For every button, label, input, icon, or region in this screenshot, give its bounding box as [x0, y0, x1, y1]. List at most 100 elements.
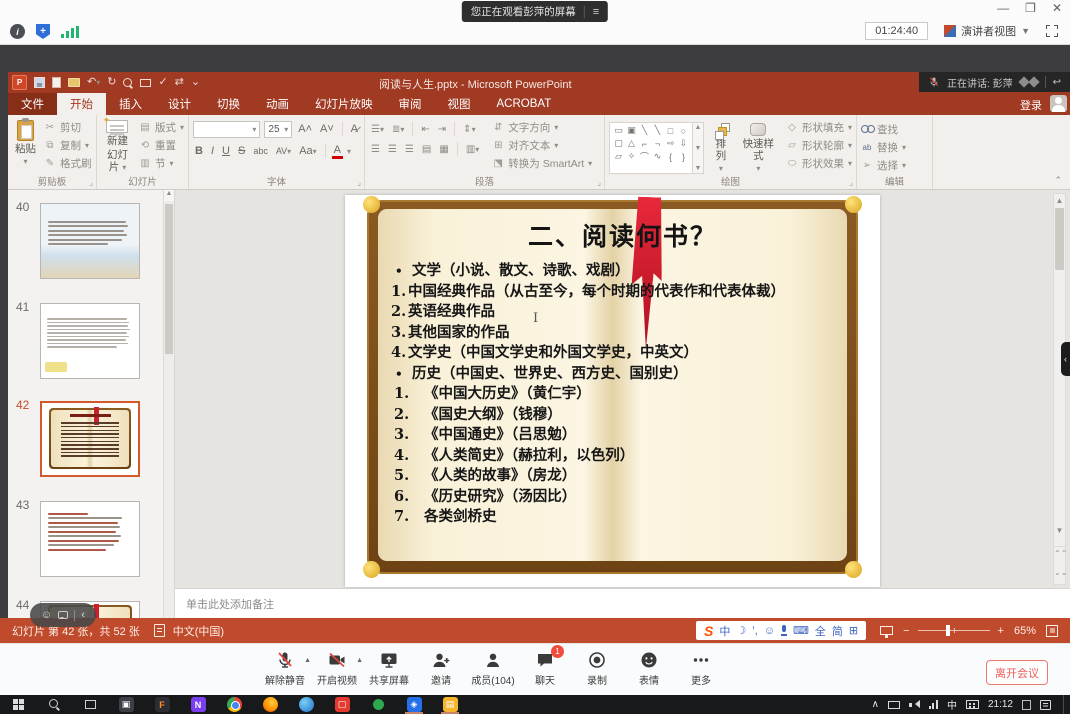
underline-button[interactable]: U	[220, 145, 232, 157]
previous-slide-button[interactable]: ⌃⌃	[1054, 546, 1065, 559]
tab-review[interactable]: 审阅	[386, 93, 435, 115]
action-center-icon[interactable]	[1040, 700, 1051, 710]
invite-button[interactable]: 邀请	[415, 647, 467, 687]
tab-acrobat[interactable]: ACROBAT	[484, 93, 565, 115]
share-screen-button[interactable]: 共享屏幕	[363, 647, 415, 687]
align-right-icon[interactable]: ☰	[403, 144, 416, 155]
copy-button[interactable]: ⧉复制▾	[44, 137, 92, 154]
tab-design[interactable]: 设计	[155, 93, 204, 115]
thumbnail-slide-40[interactable]	[40, 203, 140, 279]
simplified-label[interactable]: 简	[832, 623, 843, 639]
dialog-launcher-icon[interactable]: ⌟	[849, 178, 853, 187]
proofing-icon[interactable]	[154, 624, 165, 637]
zoom-in-button[interactable]: +	[998, 625, 1004, 637]
record-button[interactable]: 录制	[571, 647, 623, 687]
next-slide-button[interactable]: ⌄⌄	[1054, 566, 1065, 579]
tray-ime-label[interactable]: 中	[947, 697, 957, 712]
task-view-icon[interactable]	[72, 695, 108, 714]
columns-icon[interactable]: ▥▾	[464, 144, 481, 155]
dialog-launcher-icon[interactable]: ⌟	[357, 178, 361, 187]
taskbar-app-meeting[interactable]: ◈	[396, 695, 432, 714]
shapes-gallery[interactable]: ▭▣╲╲□○ ▢△⌐¬⇨⇩ ▱✧⌒∿{}	[609, 122, 693, 174]
thumbnail-slide-43[interactable]	[40, 501, 140, 577]
punctuation-icon[interactable]: ’,	[752, 625, 758, 637]
tab-transitions[interactable]: 切换	[204, 93, 253, 115]
slide-vertical-scrollbar[interactable]: ▲ ▼ ⌃⌃ ⌄⌄	[1053, 193, 1066, 585]
thumbnail-slide-41[interactable]	[40, 303, 140, 379]
tray-display-icon[interactable]	[888, 701, 900, 709]
bullets-button[interactable]: ☰▾	[369, 124, 386, 135]
tab-file[interactable]: 文件	[8, 93, 57, 115]
new-file-icon[interactable]	[52, 77, 61, 88]
scrollbar-thumb[interactable]	[165, 204, 173, 354]
keyboard-icon[interactable]: ⌨	[793, 624, 809, 637]
camera-options-caret[interactable]: ▲	[356, 657, 363, 664]
sogou-ime-bar[interactable]: S 中 ☽ ’, ☺ ⌨ 全 简 ⊞	[696, 621, 866, 640]
language-label[interactable]: 中文(中国)	[173, 623, 224, 639]
collapse-chevron-icon[interactable]: ‹	[81, 609, 85, 621]
zoom-level[interactable]: 65%	[1014, 625, 1036, 637]
align-center-icon[interactable]: ☰	[386, 144, 399, 155]
zoom-slider-thumb[interactable]	[946, 625, 950, 636]
increase-font-icon[interactable]: A˄	[296, 123, 314, 135]
bold-button[interactable]: B	[193, 145, 205, 157]
quick-styles-button[interactable]: 快速样式▾	[738, 119, 779, 174]
voice-icon[interactable]	[781, 625, 787, 636]
tab-insert[interactable]: 插入	[106, 93, 155, 115]
reaction-chat-icon[interactable]	[58, 611, 68, 619]
dialog-launcher-icon[interactable]: ⌟	[597, 178, 601, 187]
decrease-font-icon[interactable]: A˅	[318, 123, 336, 135]
tab-home[interactable]: 开始	[57, 93, 106, 115]
slideshow-icon[interactable]	[140, 79, 151, 87]
zoom-slider[interactable]	[918, 630, 990, 631]
slideshow-view-icon[interactable]	[880, 626, 893, 635]
reactions-button[interactable]: 表情	[623, 647, 675, 687]
tab-view[interactable]: 视图	[435, 93, 484, 115]
new-slide-button[interactable]: 新建 幻灯片 ▾	[101, 119, 134, 174]
font-size-combo[interactable]: 25▾	[264, 121, 292, 138]
moon-icon[interactable]: ☽	[736, 624, 746, 637]
find-button[interactable]: 查找	[861, 121, 906, 138]
reaction-smiley-icon[interactable]: ☺	[41, 609, 52, 621]
avatar[interactable]	[1050, 95, 1067, 112]
taskbar-app-1[interactable]: ▣	[108, 695, 144, 714]
thumbnail-slide-42-selected[interactable]	[40, 401, 140, 477]
tray-expand-icon[interactable]: ∧	[872, 699, 879, 710]
font-color-button[interactable]: A	[332, 144, 343, 159]
fit-to-window-icon[interactable]	[1046, 625, 1058, 637]
taskbar-app-5[interactable]	[360, 695, 396, 714]
font-name-combo[interactable]: ▾	[193, 121, 260, 138]
distributed-icon[interactable]: ▦	[437, 144, 450, 155]
arrange-button[interactable]: 排列▾	[709, 119, 733, 174]
taskbar-app-3[interactable]: N	[180, 695, 216, 714]
ime-mode-label[interactable]: 中	[719, 623, 730, 639]
line-spacing-icon[interactable]: ⇕▾	[461, 124, 477, 135]
taskbar-app-chrome[interactable]	[216, 695, 252, 714]
collapse-ribbon-icon[interactable]: ⌃	[1054, 175, 1062, 186]
justify-icon[interactable]: ▤	[420, 144, 433, 155]
tray-app-icon[interactable]	[1022, 700, 1031, 710]
view-mode-selector[interactable]: 演讲者视图 ▼	[944, 23, 1030, 39]
floating-reactions-bar[interactable]: ☺ ‹	[30, 603, 96, 627]
undo-icon[interactable]: ↶▾	[87, 77, 100, 88]
scroll-up-arrow[interactable]: ▲	[1054, 194, 1065, 207]
redo-icon[interactable]: ↻	[107, 77, 116, 88]
mic-options-caret[interactable]: ▲	[304, 657, 311, 664]
tray-clock[interactable]: 21:12	[988, 699, 1013, 710]
taskbar-app-4[interactable]: ▢	[324, 695, 360, 714]
more-button[interactable]: 更多	[675, 647, 727, 687]
zoom-out-button[interactable]: −	[903, 625, 909, 637]
print-preview-icon[interactable]	[123, 78, 133, 88]
taskbar-app-6[interactable]: ▤	[432, 695, 468, 714]
format-painter-button[interactable]: ✎格式刷	[44, 155, 92, 172]
shape-outline-button[interactable]: ▱形状轮廓▾	[786, 137, 852, 154]
section-button[interactable]: ▥节▾	[139, 155, 184, 172]
select-button[interactable]: ➢选择▾	[861, 157, 906, 174]
paste-button[interactable]: 粘贴▾	[12, 119, 39, 174]
sogou-logo[interactable]: S	[704, 623, 713, 639]
chat-button[interactable]: 聊天 1	[519, 647, 571, 687]
tray-touch-keyboard-icon[interactable]	[966, 700, 979, 709]
info-icon[interactable]: i	[10, 24, 25, 39]
taskbar-app-browser[interactable]	[288, 695, 324, 714]
shadow-button[interactable]: abc	[251, 146, 270, 156]
